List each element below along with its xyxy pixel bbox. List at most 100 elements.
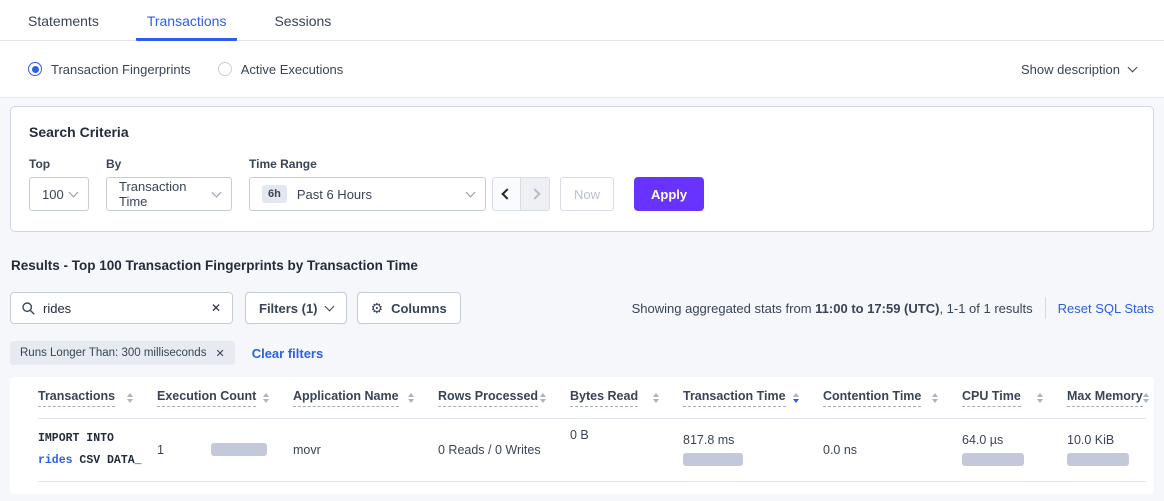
bytes-read-cell: 0 B	[570, 428, 683, 442]
column-header-bytes-read[interactable]: Bytes Read	[570, 389, 683, 407]
column-header-max-memory[interactable]: Max Memory	[1067, 389, 1147, 407]
show-description-label: Show description	[1021, 62, 1120, 77]
table-row: IMPORT INTO rides CSV DATA_ 1 movr 0 Rea…	[38, 419, 1146, 482]
rows-processed-cell: 0 Reads / 0 Writes	[438, 443, 570, 457]
top-label: Top	[29, 157, 89, 171]
chevron-down-icon	[324, 301, 334, 311]
application-name-cell: movr	[293, 443, 438, 457]
radio-label: Active Executions	[241, 62, 344, 77]
time-range-next-button[interactable]	[521, 178, 549, 210]
radio-unselected-icon[interactable]	[218, 62, 232, 76]
max-memory-value: 10.0 KiB	[1067, 433, 1147, 447]
remove-filter-icon[interactable]: ✕	[215, 347, 224, 360]
cpu-time-value: 64.0 µs	[962, 433, 1067, 447]
clear-filters-link[interactable]: Clear filters	[252, 346, 324, 361]
transaction-line2: rides CSV DATA_	[38, 450, 157, 472]
search-criteria-title: Search Criteria	[29, 124, 1135, 140]
filters-button-label: Filters (1)	[259, 301, 318, 316]
sort-icon[interactable]	[263, 393, 269, 403]
execution-count-bar	[211, 443, 267, 456]
max-memory-bar	[1067, 453, 1129, 466]
radio-active-executions[interactable]: Active Executions	[218, 62, 344, 77]
execution-count-value: 1	[157, 443, 164, 457]
transaction-time-bar	[683, 453, 743, 466]
stats-suffix: , 1-1 of 1 results	[939, 301, 1032, 316]
transaction-rest: CSV DATA_	[73, 454, 142, 467]
column-header-execution-count[interactable]: Execution Count	[157, 389, 293, 407]
gear-icon: ⚙	[371, 300, 384, 317]
top-select[interactable]: 100	[29, 177, 89, 211]
by-select-value: Transaction Time	[119, 179, 213, 209]
filters-button[interactable]: Filters (1)	[245, 292, 347, 324]
chevron-right-icon	[529, 188, 540, 199]
time-range-select[interactable]: 6h Past 6 Hours	[249, 177, 486, 211]
sort-icon[interactable]	[408, 393, 414, 403]
aggregated-stats-text: Showing aggregated stats from 11:00 to 1…	[632, 301, 1033, 316]
chevron-down-icon	[1128, 62, 1138, 72]
column-header-rows-processed[interactable]: Rows Processed	[438, 389, 570, 407]
filter-tag[interactable]: Runs Longer Than: 300 milliseconds ✕	[10, 341, 235, 365]
by-label: By	[106, 157, 232, 171]
sort-icon[interactable]	[540, 393, 546, 403]
sort-icon[interactable]	[1143, 393, 1149, 403]
tab-transactions[interactable]: Transactions	[136, 13, 238, 41]
sort-icon[interactable]	[793, 393, 799, 403]
results-controls: ✕ Filters (1) ⚙ Columns Showing aggregat…	[10, 292, 1154, 324]
column-header-cpu-time[interactable]: CPU Time	[962, 389, 1067, 407]
chevron-down-icon	[466, 187, 476, 197]
columns-button[interactable]: ⚙ Columns	[357, 292, 461, 324]
transaction-table-link[interactable]: rides	[38, 454, 73, 467]
by-select[interactable]: Transaction Time	[106, 177, 232, 211]
max-memory-cell: 10.0 KiB	[1067, 433, 1147, 466]
reset-sql-stats-link[interactable]: Reset SQL Stats	[1058, 301, 1154, 316]
column-header-contention-time[interactable]: Contention Time	[823, 389, 962, 407]
time-range-label: Time Range	[249, 157, 486, 171]
chevron-down-icon	[69, 187, 79, 197]
execution-count-cell: 1	[157, 443, 293, 457]
radio-selected-icon[interactable]	[28, 62, 42, 76]
transaction-time-cell: 817.8 ms	[683, 433, 823, 466]
search-criteria-controls: Top 100 By Transaction Time Time Range 6…	[29, 157, 1135, 211]
apply-button[interactable]: Apply	[634, 177, 704, 211]
transaction-fingerprint-cell[interactable]: IMPORT INTO rides CSV DATA_	[38, 428, 157, 472]
time-range-badge: 6h	[262, 185, 287, 203]
transaction-time-value: 817.8 ms	[683, 433, 823, 447]
search-clear-icon[interactable]: ✕	[211, 301, 221, 315]
column-header-application-name[interactable]: Application Name	[293, 389, 438, 407]
tab-statements[interactable]: Statements	[17, 13, 110, 41]
cpu-time-bar	[962, 453, 1024, 466]
contention-time-cell: 0.0 ns	[823, 443, 962, 457]
transaction-line1: IMPORT INTO	[38, 428, 157, 450]
chevron-left-icon	[501, 188, 512, 199]
cpu-time-cell: 64.0 µs	[962, 433, 1067, 466]
sort-icon[interactable]	[127, 393, 133, 403]
sort-icon[interactable]	[932, 393, 938, 403]
column-header-transactions[interactable]: Transactions	[38, 389, 157, 407]
tab-sessions[interactable]: Sessions	[263, 13, 342, 41]
radio-label: Transaction Fingerprints	[51, 62, 191, 77]
search-criteria-card: Search Criteria Top 100 By Transaction T…	[10, 106, 1154, 232]
filter-tag-label: Runs Longer Than: 300 milliseconds	[20, 347, 206, 359]
sort-icon[interactable]	[1037, 393, 1043, 403]
show-description-toggle[interactable]: Show description	[1021, 62, 1136, 77]
vertical-divider	[1045, 297, 1046, 319]
page-tabs: Statements Transactions Sessions	[0, 0, 1164, 41]
time-range-field: Time Range 6h Past 6 Hours	[249, 157, 486, 211]
time-range-value: Past 6 Hours	[297, 187, 372, 202]
stats-time-range: 11:00 to 17:59 (UTC)	[815, 301, 939, 316]
now-button[interactable]: Now	[560, 177, 614, 211]
search-input[interactable]	[43, 301, 211, 316]
time-range-prev-button[interactable]	[493, 178, 521, 210]
results-search-box[interactable]: ✕	[10, 292, 233, 324]
by-field: By Transaction Time	[106, 157, 232, 211]
top-field: Top 100	[29, 157, 89, 211]
radio-transaction-fingerprints[interactable]: Transaction Fingerprints	[28, 62, 191, 77]
filter-tags-row: Runs Longer Than: 300 milliseconds ✕ Cle…	[10, 341, 1154, 365]
table-header-row: Transactions Execution Count Application…	[38, 377, 1146, 419]
stats-prefix: Showing aggregated stats from	[632, 301, 816, 316]
page-content: Search Criteria Top 100 By Transaction T…	[0, 98, 1164, 494]
column-header-transaction-time[interactable]: Transaction Time	[683, 389, 823, 407]
sort-icon[interactable]	[653, 393, 659, 403]
columns-button-label: Columns	[391, 301, 447, 316]
results-heading: Results - Top 100 Transaction Fingerprin…	[11, 258, 1154, 273]
